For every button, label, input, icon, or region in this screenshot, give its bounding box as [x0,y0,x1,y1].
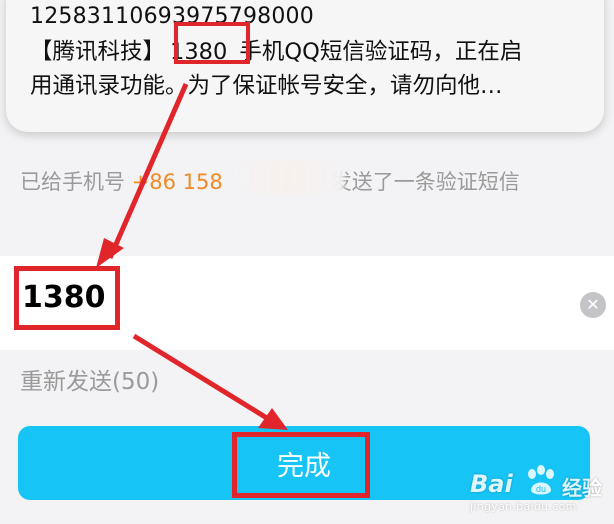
baidu-jingyan-watermark: Bai du 经验 jingyan.baidu.com [462,458,602,518]
watermark-du: du [536,484,546,494]
arrow-head-code-to-input [96,238,124,268]
watermark-bai: Bai [470,470,513,498]
annotation-arrows [96,82,288,430]
watermark-url: jingyan.baidu.com [470,500,577,513]
arrow-head-input-to-button [258,408,288,430]
watermark-jingyan: 经验 [562,476,602,500]
arrow-line-code-to-input [107,82,189,260]
arrow-line-input-to-button [132,333,272,423]
paw-logo-icon: du [528,465,554,495]
